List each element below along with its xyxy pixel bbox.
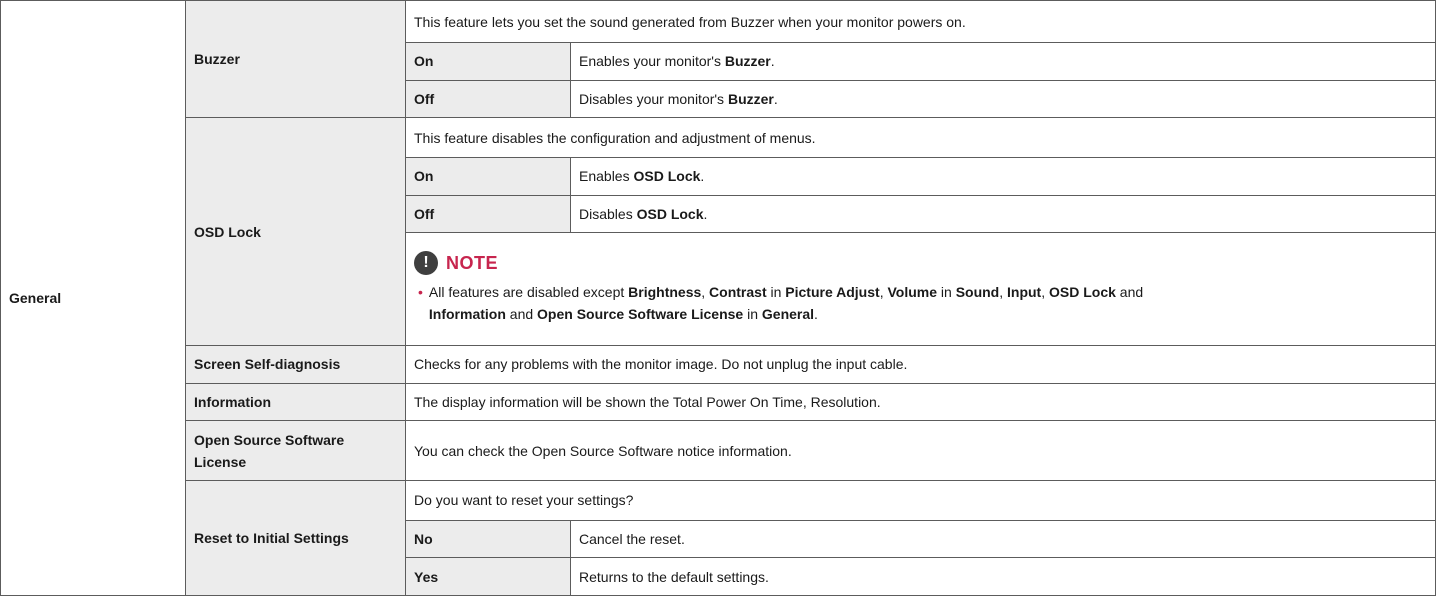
oss-license-label: Open Source Software License <box>185 420 406 481</box>
information-label: Information <box>185 382 406 422</box>
osd-lock-on-desc: Enables OSD Lock. <box>570 157 1436 196</box>
oss-license-desc: You can check the Open Source Software n… <box>405 420 1436 481</box>
reset-yes-desc: Returns to the default settings. <box>570 557 1436 596</box>
table-row: Open Source Software License You can che… <box>1 420 1436 481</box>
buzzer-label: Buzzer <box>185 0 406 119</box>
exclamation-icon: ! <box>414 251 438 276</box>
table-row: Information The display information will… <box>1 382 1436 422</box>
reset-no-desc: Cancel the reset. <box>570 519 1436 559</box>
osd-lock-on-option: On <box>405 157 571 196</box>
buzzer-off-desc: Disables your monitor's Buzzer. <box>570 79 1436 119</box>
reset-no-option: No <box>405 519 571 559</box>
self-diagnosis-label: Screen Self-diagnosis <box>185 345 406 384</box>
osd-lock-note: ! NOTE • All features are disabled excep… <box>405 232 1436 346</box>
osd-lock-off-desc: Disables OSD Lock. <box>570 194 1436 234</box>
self-diagnosis-desc: Checks for any problems with the monitor… <box>405 345 1436 384</box>
buzzer-on-option: On <box>405 42 571 81</box>
note-header: ! NOTE <box>414 247 1427 276</box>
bullet-icon: • <box>418 284 423 301</box>
settings-table: General Buzzer This feature lets you set… <box>0 0 1436 596</box>
osd-lock-label: OSD Lock <box>185 117 406 346</box>
table-row: General Buzzer This feature lets you set… <box>0 0 1436 596</box>
reset-intro: Do you want to reset your settings? <box>405 479 1436 521</box>
table-row: OSD Lock This feature disables the confi… <box>1 117 1436 346</box>
table-row: Screen Self-diagnosis Checks for any pro… <box>1 345 1436 384</box>
buzzer-intro: This feature lets you set the sound gene… <box>405 0 1436 44</box>
note-title: NOTE <box>446 253 499 274</box>
information-desc: The display information will be shown th… <box>405 382 1436 422</box>
note-item: • All features are disabled except Brigh… <box>414 275 1427 331</box>
buzzer-off-option: Off <box>405 79 571 119</box>
category-cell: General <box>0 0 186 596</box>
table-row: Reset to Initial Settings Do you want to… <box>1 479 1436 596</box>
osd-lock-intro: This feature disables the configuration … <box>405 117 1436 159</box>
note-text: All features are disabled except Brightn… <box>428 284 1144 323</box>
osd-lock-off-option: Off <box>405 194 571 234</box>
buzzer-on-desc: Enables your monitor's Buzzer. <box>570 42 1436 81</box>
reset-yes-option: Yes <box>405 557 571 596</box>
reset-label: Reset to Initial Settings <box>185 479 406 596</box>
